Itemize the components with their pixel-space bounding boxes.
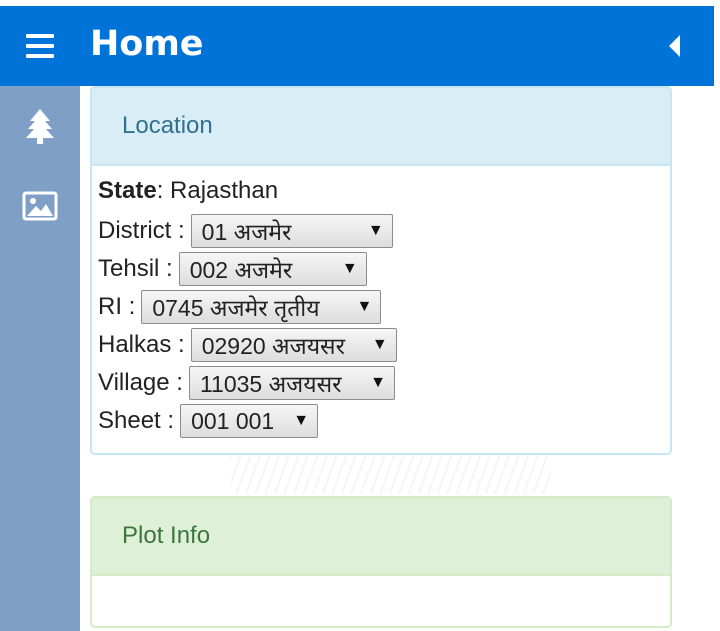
page-title: Home xyxy=(90,24,204,64)
sheet-select-value: 001 001 xyxy=(191,407,275,434)
state-value: : Rajasthan xyxy=(156,177,279,204)
map-background xyxy=(230,456,550,494)
district-label: District : xyxy=(98,217,185,244)
plot-info-heading: Plot Info xyxy=(92,498,670,576)
sheet-label: Sheet : xyxy=(98,407,175,434)
district-select-value: 01 अजमेर xyxy=(201,219,292,245)
sidebar xyxy=(0,86,80,631)
district-row: District : 01 अजमेर ▼ xyxy=(98,212,664,250)
sheet-row: Sheet : 001 001 ▼ xyxy=(98,402,664,440)
village-select[interactable]: 11035 अजयसर ▼ xyxy=(188,366,395,400)
halkas-row: Halkas : 02920 अजयसर ▼ xyxy=(98,326,664,364)
ri-select[interactable]: 0745 अजमेर तृतीय ▼ xyxy=(141,290,382,324)
location-panel-heading: Location xyxy=(92,88,670,166)
tehsil-row: Tehsil : 002 अजमेर ▼ xyxy=(98,250,664,288)
chevron-down-icon: ▼ xyxy=(371,336,388,353)
tehsil-select-value: 002 अजमेर xyxy=(189,257,293,283)
halkas-label: Halkas : xyxy=(98,331,185,358)
ri-label: RI : xyxy=(98,293,136,320)
chevron-down-icon: ▼ xyxy=(293,412,310,429)
top-app-bar: Home xyxy=(0,6,714,86)
chevron-down-icon: ▼ xyxy=(356,298,373,315)
plot-info-panel: Plot Info xyxy=(90,496,672,628)
tehsil-select[interactable]: 002 अजमेर ▼ xyxy=(178,252,367,286)
hamburger-menu-icon[interactable] xyxy=(26,34,54,58)
village-label: Village : xyxy=(98,369,183,396)
image-icon[interactable] xyxy=(20,186,60,226)
ri-select-value: 0745 अजमेर तृतीय xyxy=(152,295,320,321)
chevron-down-icon: ▼ xyxy=(370,374,386,391)
halkas-select-value: 02920 अजयसर xyxy=(201,333,345,359)
village-select-value: 11035 अजयसर xyxy=(199,371,342,397)
collapse-panel-icon[interactable] xyxy=(664,32,688,60)
state-label: State xyxy=(98,177,157,204)
district-select[interactable]: 01 अजमेर ▼ xyxy=(190,214,393,248)
tree-icon[interactable] xyxy=(20,106,60,146)
state-row: State: Rajasthan xyxy=(98,174,664,208)
chevron-down-icon: ▼ xyxy=(341,260,358,277)
ri-row: RI : 0745 अजमेर तृतीय ▼ xyxy=(98,288,664,326)
sheet-select[interactable]: 001 001 ▼ xyxy=(180,404,319,438)
chevron-down-icon: ▼ xyxy=(367,222,384,239)
tehsil-label: Tehsil : xyxy=(98,255,173,282)
halkas-select[interactable]: 02920 अजयसर ▼ xyxy=(190,328,397,362)
location-panel: Location State: Rajasthan District : 01 … xyxy=(90,86,672,455)
village-row: Village : 11035 अजयसर ▼ xyxy=(98,364,664,402)
